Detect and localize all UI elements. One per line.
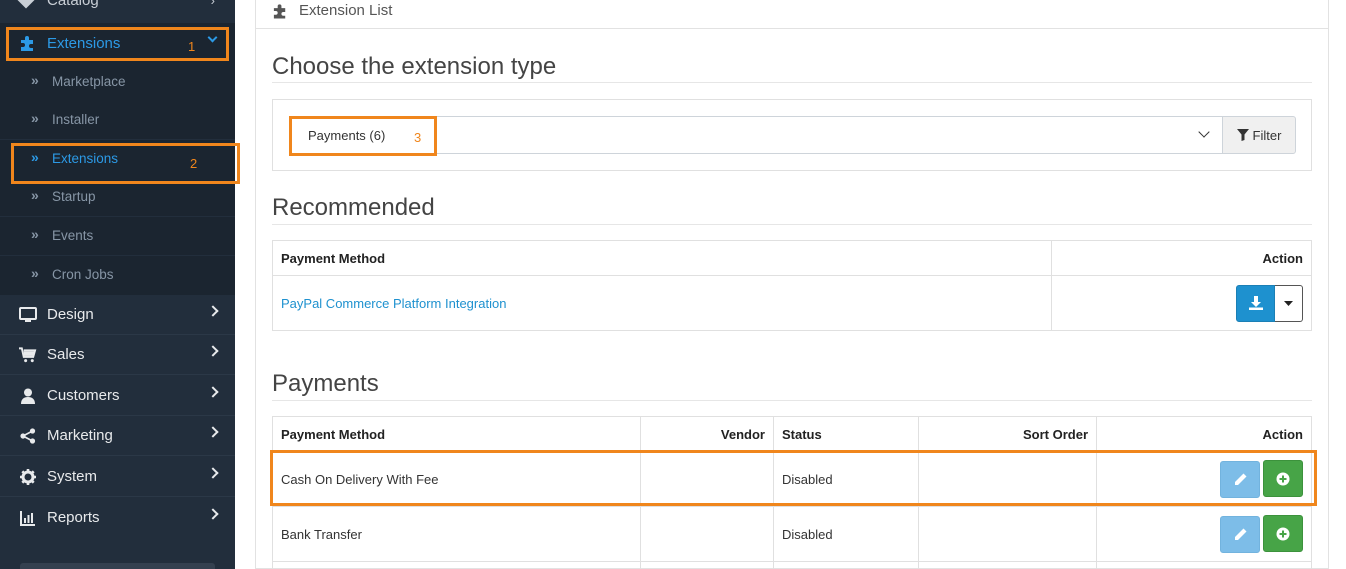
- column-header-payment-method: Payment Method: [272, 416, 641, 452]
- plus-circle-icon: [1276, 527, 1290, 541]
- sidebar-item-label: System: [47, 468, 98, 485]
- pencil-icon: [1234, 528, 1246, 540]
- filter-icon: [1236, 129, 1249, 141]
- table-header-row: Payment Method Action: [272, 240, 1312, 276]
- annotation-number-2: 2: [190, 156, 198, 171]
- bar-chart-icon: [19, 509, 37, 527]
- sidebar-item-label: Design: [47, 306, 94, 323]
- column-header-action: Action: [1051, 240, 1312, 276]
- status-cell: Disabled: [773, 506, 919, 562]
- user-icon: [19, 387, 37, 405]
- vendor-cell: [640, 506, 774, 562]
- sidebar-subitem-installer[interactable]: » Installer: [0, 101, 235, 139]
- cart-icon: [19, 346, 37, 364]
- column-header-action: Action: [1096, 416, 1312, 452]
- sort-order-cell: [918, 506, 1097, 562]
- double-chevron-icon: »: [31, 110, 39, 126]
- sidebar-item-label: Marketing: [47, 427, 113, 444]
- chevron-right-icon: ›: [210, 0, 215, 8]
- sidebar-item-design[interactable]: Design: [0, 295, 235, 335]
- dropdown-toggle-button[interactable]: [1275, 284, 1303, 322]
- column-header-sort-order: Sort Order: [918, 416, 1097, 452]
- recommended-table: Payment Method Action PayPal Commerce Pl…: [272, 240, 1312, 331]
- table-row: Bank Transfer Disabled: [272, 506, 1312, 562]
- sidebar-item-catalog[interactable]: Catalog ›: [0, 0, 235, 14]
- sidebar-subitem-label: Startup: [52, 189, 96, 204]
- sidebar-footer: [20, 563, 215, 569]
- edit-button[interactable]: [1220, 515, 1260, 553]
- install-button[interactable]: [1263, 515, 1303, 553]
- annotation-number-1: 1: [188, 39, 196, 54]
- sidebar-item-system[interactable]: System: [0, 457, 235, 497]
- sidebar-subitem-label: Cron Jobs: [52, 267, 114, 282]
- action-cell: [1096, 506, 1312, 562]
- double-chevron-icon: »: [31, 72, 39, 88]
- annotation-number-3: 3: [414, 130, 422, 145]
- recommended-heading: Recommended: [272, 194, 435, 221]
- tag-icon: [17, 0, 35, 9]
- chevron-down-icon: [1198, 126, 1210, 138]
- chevron-right-icon: [207, 345, 219, 357]
- paypal-link[interactable]: PayPal Commerce Platform Integration: [281, 296, 506, 311]
- sidebar-subitem-marketplace[interactable]: » Marketplace: [0, 63, 235, 101]
- sidebar-item-label: Customers: [47, 387, 120, 404]
- download-button[interactable]: [1236, 284, 1275, 322]
- annotation-box-2: [11, 143, 240, 184]
- payment-method-cell: Bank Transfer: [272, 506, 641, 562]
- annotation-box-row: [270, 450, 1317, 506]
- filter-button-label: Filter: [1252, 127, 1282, 143]
- monitor-icon: [19, 306, 37, 324]
- payments-heading: Payments: [272, 370, 379, 397]
- download-button-group: [1236, 284, 1303, 322]
- sidebar-item-label: Catalog: [47, 0, 99, 9]
- filter-button[interactable]: Filter: [1222, 116, 1296, 154]
- column-header-payment-method: Payment Method: [272, 240, 1052, 276]
- double-chevron-icon: »: [31, 187, 39, 203]
- sidebar-item-reports[interactable]: Reports: [0, 498, 235, 538]
- sidebar-item-label: Reports: [47, 509, 100, 526]
- table-row: [272, 561, 1312, 569]
- column-header-status: Status: [773, 416, 919, 452]
- table-row: PayPal Commerce Platform Integration: [272, 275, 1312, 331]
- choose-type-heading: Choose the extension type: [272, 53, 557, 80]
- double-chevron-icon: »: [31, 226, 39, 242]
- caret-down-icon: [1284, 300, 1293, 306]
- payment-method-cell: PayPal Commerce Platform Integration: [272, 275, 1052, 331]
- sidebar-subitem-label: Installer: [52, 112, 100, 127]
- double-chevron-icon: »: [31, 265, 39, 281]
- download-icon: [1248, 296, 1263, 310]
- sidebar-subitem-cron-jobs[interactable]: » Cron Jobs: [0, 256, 235, 295]
- chevron-right-icon: [207, 426, 219, 438]
- sidebar-subitem-label: Marketplace: [52, 74, 126, 89]
- sidebar-item-customers[interactable]: Customers: [0, 376, 235, 416]
- sidebar: Catalog › Extensions » Marketplace » Ins…: [0, 0, 235, 569]
- sidebar-item-sales[interactable]: Sales: [0, 335, 235, 375]
- chevron-right-icon: [207, 386, 219, 398]
- sidebar-item-label: Sales: [47, 346, 85, 363]
- sidebar-subitem-label: Events: [52, 228, 94, 243]
- chevron-right-icon: [207, 305, 219, 317]
- table-header-row: Payment Method Vendor Status Sort Order …: [272, 416, 1312, 452]
- divider: [272, 82, 1312, 83]
- gear-icon: [19, 468, 37, 486]
- panel-title: Extension List: [299, 2, 393, 19]
- share-icon: [19, 427, 37, 445]
- chevron-right-icon: [207, 467, 219, 479]
- chevron-right-icon: [207, 508, 219, 520]
- annotation-box-1: [6, 27, 229, 61]
- action-cell: [1051, 275, 1312, 331]
- panel-heading: Extension List: [256, 0, 1328, 29]
- puzzle-icon: [272, 3, 289, 22]
- column-header-vendor: Vendor: [640, 416, 774, 452]
- sidebar-item-marketing[interactable]: Marketing: [0, 416, 235, 456]
- divider: [272, 400, 1312, 401]
- divider: [272, 224, 1312, 225]
- sidebar-subitem-events[interactable]: » Events: [0, 217, 235, 255]
